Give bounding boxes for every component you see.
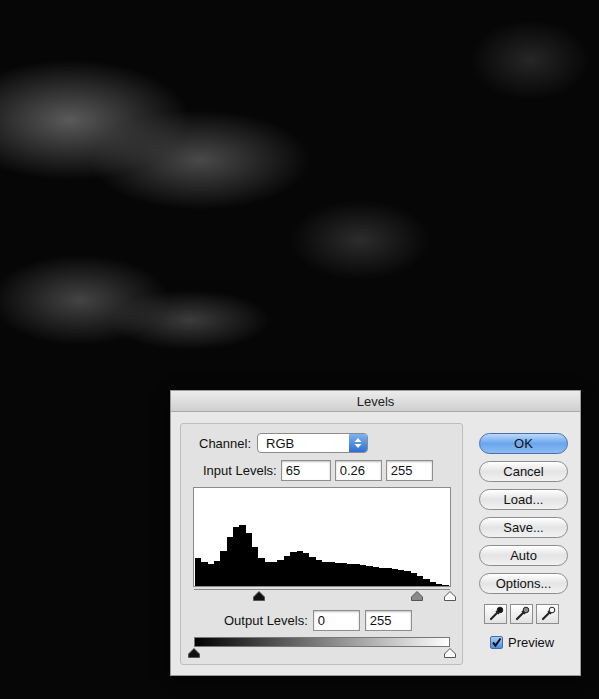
popup-arrows: [349, 434, 367, 452]
checkmark-icon: [491, 637, 502, 648]
histogram-bar: [442, 585, 448, 586]
button-column: OK Cancel Load... Save... Auto Options... Prev…: [479, 423, 568, 665]
preview-row: Preview: [479, 635, 568, 650]
output-gradient: [194, 637, 450, 647]
slider-handle-icon[interactable]: [253, 591, 265, 601]
window-title: Levels: [357, 394, 395, 409]
slider-handle-icon[interactable]: [444, 591, 456, 601]
channel-value: RGB: [258, 436, 349, 451]
levels-group: Channel:RGBInput Levels:650.26255Output …: [180, 423, 463, 665]
dialog-button[interactable]: Auto: [479, 545, 568, 566]
preview-checkbox[interactable]: [490, 636, 503, 649]
eyedropper-icon: [514, 606, 530, 622]
output-levels-label: Output Levels:: [224, 613, 308, 628]
channel-label: Channel:: [199, 436, 251, 451]
eyedropper-icon: [488, 606, 504, 622]
input-slider-track: [194, 589, 450, 590]
input-levels-label: Input Levels:: [203, 463, 277, 478]
slider-handle-icon[interactable]: [188, 648, 200, 658]
levels-screen: LevelsChannel:RGBInput Levels:650.26255O…: [0, 0, 599, 699]
histogram: [193, 487, 451, 587]
eyedropper-button[interactable]: [536, 604, 559, 624]
channel-row: Channel: RGB: [193, 433, 462, 453]
dialog-button[interactable]: Cancel: [479, 461, 568, 482]
dialog-button[interactable]: Load...: [479, 489, 568, 510]
title-bar: Levels: [171, 391, 580, 412]
levels-dialog: LevelsChannel:RGBInput Levels:650.26255O…: [170, 390, 581, 676]
dialog-body: Channel:RGBInput Levels:650.26255Output …: [171, 412, 580, 675]
dialog-button[interactable]: Save...: [479, 517, 568, 538]
eyedropper-icon: [540, 606, 556, 622]
input-level-field[interactable]: 0.26: [335, 460, 382, 481]
eyedropper-group: [479, 604, 568, 624]
dialog-button[interactable]: Options...: [479, 573, 568, 594]
eyedropper-button[interactable]: [510, 604, 533, 624]
output-slider[interactable]: [194, 647, 450, 658]
output-level-field[interactable]: 255: [365, 610, 412, 631]
input-level-field[interactable]: 65: [281, 460, 331, 481]
preview-label: Preview: [508, 635, 554, 650]
slider-handle-icon[interactable]: [411, 591, 423, 601]
eyedropper-button[interactable]: [484, 604, 507, 624]
input-level-field[interactable]: 255: [386, 460, 433, 481]
output-levels-row: Output Levels: 0255: [193, 610, 462, 631]
output-level-field[interactable]: 0: [313, 610, 360, 631]
slider-handle-icon[interactable]: [444, 648, 456, 658]
channel-select[interactable]: RGB: [257, 433, 368, 453]
input-levels-row: Input Levels: 650.26255: [193, 460, 462, 481]
updown-icon: [354, 437, 362, 449]
dialog-button[interactable]: OK: [479, 433, 568, 454]
input-slider[interactable]: [194, 587, 450, 601]
